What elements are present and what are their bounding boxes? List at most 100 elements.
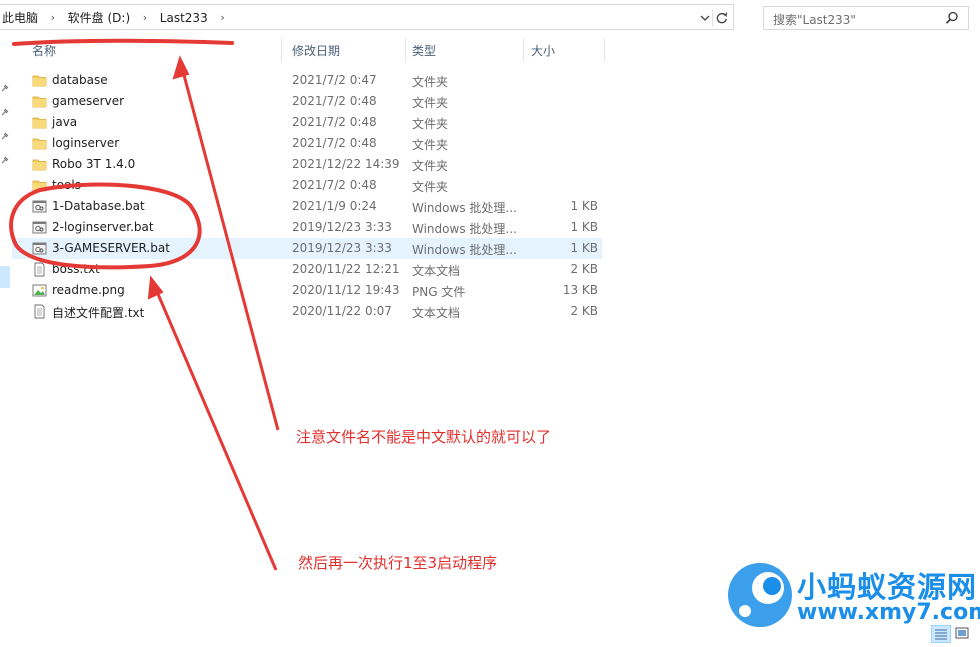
watermark-url: www.xmy7.com (797, 600, 980, 625)
file-name[interactable]: tools (52, 178, 81, 192)
file-row[interactable]: 3-GAMESERVER.bat 2019/12/23 3:33 Windows 批… (12, 238, 602, 259)
file-list: database 2021/7/2 0:47 文件夹 gameserver 2021/7… (12, 70, 606, 322)
folder-icon (32, 73, 47, 88)
batch-file-icon (32, 220, 47, 235)
folder-icon (32, 115, 47, 130)
file-type: Windows 批处理... (412, 243, 517, 257)
search-input[interactable]: 搜索"Last233" (763, 6, 969, 30)
search-icon[interactable] (945, 11, 959, 25)
pin-icon (1, 84, 9, 92)
file-date: 2021/7/2 0:48 (292, 136, 377, 150)
breadcrumb-drive-d[interactable]: 软件盘 (D:) (68, 10, 130, 26)
nav-selected-item[interactable] (0, 266, 10, 288)
file-date: 2021/1/9 0:24 (292, 199, 377, 213)
file-row[interactable]: 自述文件配置.txt 2020/11/22 0:07 文本文档 2 KB (12, 301, 602, 322)
column-divider[interactable] (281, 38, 282, 62)
column-divider[interactable] (523, 38, 524, 62)
file-name[interactable]: database (52, 73, 108, 87)
file-date: 2019/12/23 3:33 (292, 241, 392, 255)
file-row[interactable]: readme.png 2020/11/12 19:43 PNG 文件 13 KB (12, 280, 602, 301)
ant-logo-icon (728, 563, 792, 627)
breadcrumb-last233[interactable]: Last233 (160, 10, 208, 26)
file-name[interactable]: 自述文件配置.txt (52, 304, 144, 321)
file-date: 2020/11/22 0:07 (292, 304, 392, 318)
chevron-right-icon[interactable]: › (212, 10, 234, 26)
file-row[interactable]: loginserver 2021/7/2 0:48 文件夹 (12, 133, 602, 154)
chevron-down-icon[interactable] (699, 11, 711, 25)
file-size: 13 KB (562, 283, 598, 297)
file-name[interactable]: 3-GAMESERVER.bat (52, 241, 170, 255)
file-type: Windows 批处理... (412, 201, 517, 215)
file-row[interactable]: tools 2021/7/2 0:48 文件夹 (12, 175, 602, 196)
file-row[interactable]: java 2021/7/2 0:48 文件夹 (12, 112, 602, 133)
chevron-right-icon[interactable]: › (134, 10, 156, 26)
file-date: 2021/7/2 0:48 (292, 115, 377, 129)
folder-icon (32, 94, 47, 109)
breadcrumb-this-pc[interactable]: 此电脑 (2, 10, 38, 26)
column-divider[interactable] (604, 38, 605, 62)
file-name[interactable]: 1-Database.bat (52, 199, 145, 213)
batch-file-icon (32, 241, 47, 256)
file-type: PNG 文件 (412, 285, 466, 299)
image-file-icon (32, 283, 47, 298)
file-type: 文件夹 (412, 180, 449, 194)
large-icons-view-button[interactable] (953, 625, 973, 643)
arrow-line (150, 279, 278, 571)
column-type[interactable]: 类型 (412, 42, 436, 58)
file-type: Windows 批处理... (412, 222, 517, 236)
file-date: 2021/7/2 0:48 (292, 178, 377, 192)
search-placeholder: 搜索"Last233" (773, 13, 856, 27)
file-row[interactable]: Robo 3T 1.4.0 2021/12/22 14:39 文件夹 (12, 154, 602, 175)
file-size: 1 KB (570, 241, 598, 255)
address-bar[interactable]: 此电脑 › 软件盘 (D:) › Last233 › (0, 4, 734, 30)
file-size: 1 KB (570, 199, 598, 213)
file-row[interactable]: 2-loginserver.bat 2019/12/23 3:33 Windows … (12, 217, 602, 238)
file-name[interactable]: boss.txt (52, 262, 100, 276)
file-type: 文件夹 (412, 159, 449, 173)
file-date: 2021/12/22 14:39 (292, 157, 400, 171)
column-date[interactable]: 修改日期 (292, 42, 340, 58)
file-date: 2020/11/12 19:43 (292, 283, 400, 297)
pin-icon (1, 108, 9, 116)
pin-icon (1, 132, 9, 140)
file-size: 2 KB (570, 304, 598, 318)
annotation-note: 然后再一次执行1至3启动程序 (298, 554, 498, 572)
file-type: 文件夹 (412, 117, 449, 131)
details-view-button[interactable] (931, 625, 951, 643)
folder-icon (32, 178, 47, 193)
file-name[interactable]: loginserver (52, 136, 119, 150)
file-date: 2020/11/22 12:21 (292, 262, 400, 276)
file-name[interactable]: readme.png (52, 283, 125, 297)
file-row[interactable]: 1-Database.bat 2021/1/9 0:24 Windows 批处理..… (12, 196, 602, 217)
column-divider[interactable] (405, 38, 406, 62)
chevron-right-icon[interactable]: › (42, 10, 64, 26)
file-size: 2 KB (570, 262, 598, 276)
file-date: 2019/12/23 3:33 (292, 220, 392, 234)
navigation-pane[interactable] (0, 36, 12, 647)
file-name[interactable]: gameserver (52, 94, 124, 108)
batch-file-icon (32, 199, 47, 214)
file-type: 文本文档 (412, 306, 461, 320)
file-type: 文件夹 (412, 96, 449, 110)
refresh-icon[interactable] (712, 9, 731, 27)
column-name[interactable]: 名称 (32, 42, 56, 58)
folder-icon (32, 157, 47, 172)
text-file-icon (32, 304, 47, 319)
file-date: 2021/7/2 0:47 (292, 73, 377, 87)
file-row[interactable]: database 2021/7/2 0:47 文件夹 (12, 70, 602, 91)
file-row[interactable]: boss.txt 2020/11/22 12:21 文本文档 2 KB (12, 259, 602, 280)
column-header: 名称 修改日期 类型 大小 (12, 38, 606, 62)
file-type: 文件夹 (412, 138, 449, 152)
file-name[interactable]: java (52, 115, 77, 129)
details-view-icon (935, 629, 947, 640)
file-name[interactable]: Robo 3T 1.4.0 (52, 157, 135, 171)
column-size[interactable]: 大小 (531, 42, 555, 58)
pin-icon (1, 156, 9, 164)
large-icons-view-icon (955, 627, 969, 639)
file-type: 文本文档 (412, 264, 461, 278)
file-name[interactable]: 2-loginserver.bat (52, 220, 154, 234)
file-row[interactable]: gameserver 2021/7/2 0:48 文件夹 (12, 91, 602, 112)
file-date: 2021/7/2 0:48 (292, 94, 377, 108)
file-type: 文件夹 (412, 75, 449, 89)
annotation-note: 注意文件名不能是中文默认的就可以了 (296, 428, 552, 446)
